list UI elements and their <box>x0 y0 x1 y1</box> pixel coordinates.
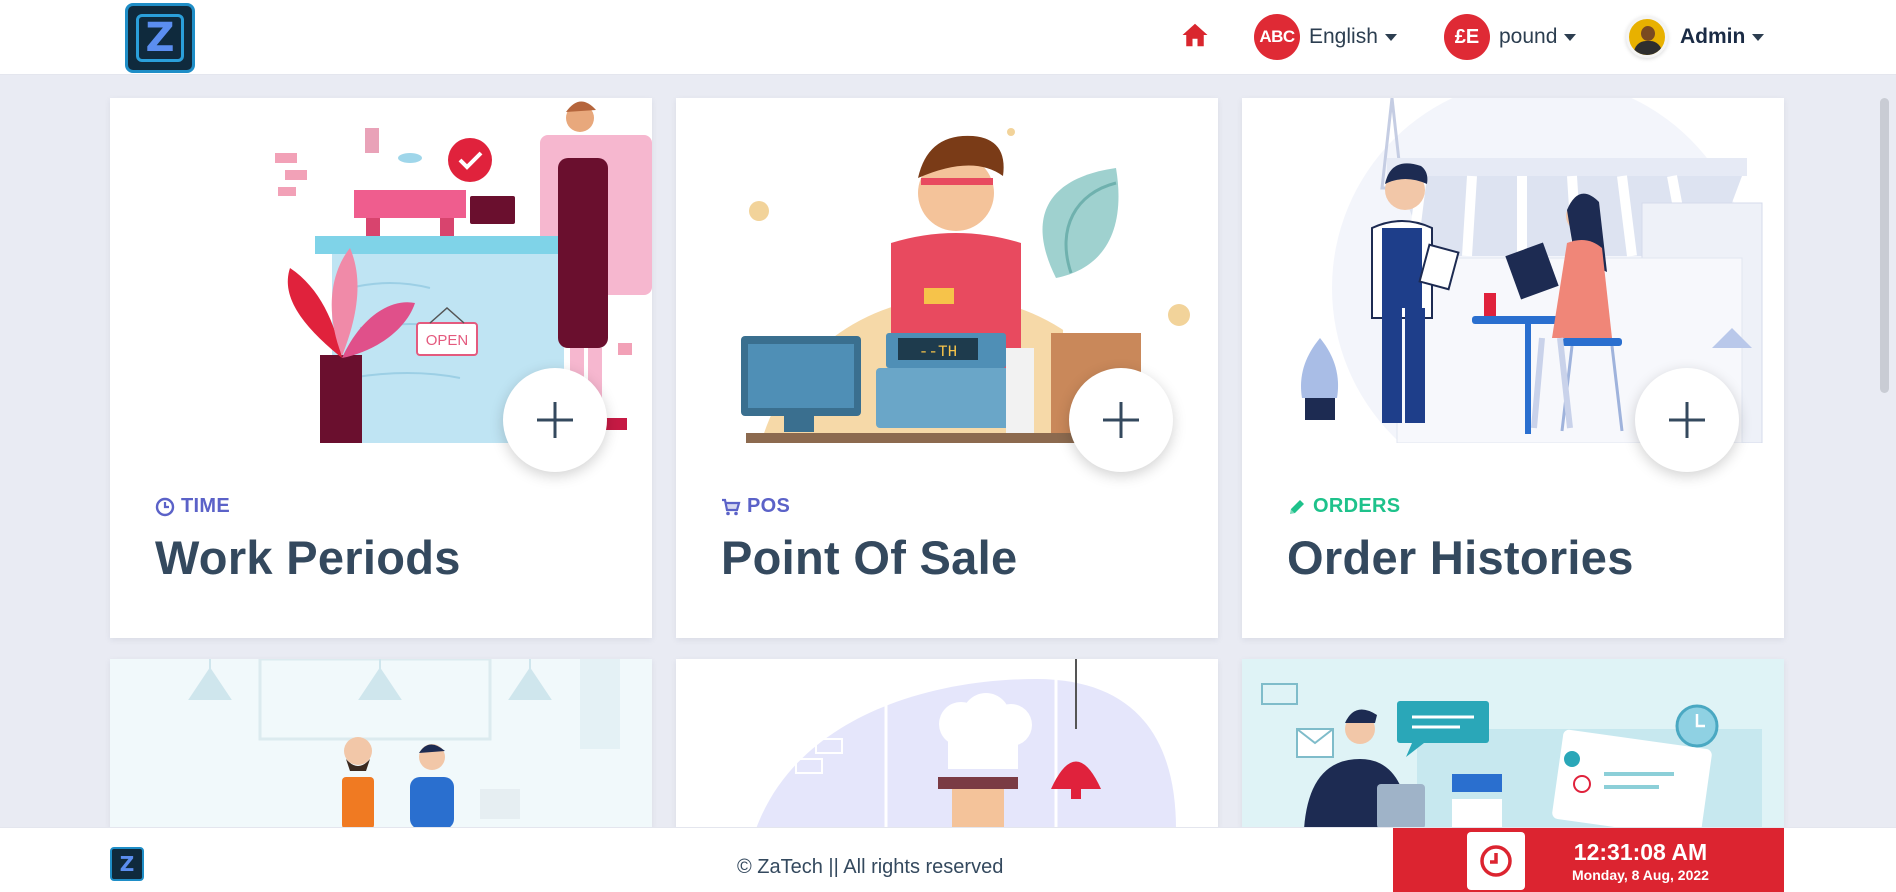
cart-icon <box>721 497 741 517</box>
card-category-label: POS <box>747 495 791 517</box>
card-category: TIME <box>155 495 230 518</box>
order-histories-card[interactable]: ORDERS Order Histories <box>1242 98 1784 638</box>
top-navbar: Z ABC English £E pound Admin <box>0 0 1896 75</box>
card-category-label: ORDERS <box>1313 495 1401 517</box>
svg-text:--TH: --TH <box>919 343 957 361</box>
clock-time: 12:31:08 AM <box>1573 838 1708 865</box>
currency-dropdown[interactable]: £E pound <box>1444 14 1577 60</box>
chevron-down-icon <box>1384 33 1397 41</box>
add-sale-button[interactable] <box>1069 368 1173 472</box>
currency-badge: £E <box>1444 14 1490 60</box>
clock-date: Monday, 8 Aug, 2022 <box>1572 866 1709 883</box>
plus-icon <box>537 402 573 438</box>
customer-support-card[interactable] <box>1242 659 1784 829</box>
chevron-down-icon <box>1564 33 1577 41</box>
clock-panel: 12:31:08 AM Monday, 8 Aug, 2022 <box>1393 828 1784 892</box>
footer-logo: Z <box>110 847 144 881</box>
baristas-card[interactable] <box>110 659 652 829</box>
point-of-sale-card[interactable]: --TH POS Point Of Sale <box>676 98 1218 638</box>
page-scrollbar-thumb[interactable] <box>1880 98 1889 393</box>
clock-icon <box>155 497 175 517</box>
page-footer: Z © ZaTech || All rights reserved 12:31:… <box>0 827 1896 892</box>
clock-icon <box>1467 831 1525 890</box>
chevron-down-icon <box>1752 33 1765 41</box>
user-label: Admin <box>1680 25 1746 48</box>
plus-icon <box>1669 402 1705 438</box>
user-menu-dropdown[interactable]: Admin <box>1626 14 1765 60</box>
language-badge: ABC <box>1254 14 1300 60</box>
add-order-button[interactable] <box>1635 368 1739 472</box>
language-dropdown[interactable]: ABC English <box>1254 14 1397 60</box>
card-title[interactable]: Order Histories <box>1287 530 1634 585</box>
card-title[interactable]: Point Of Sale <box>721 530 1017 585</box>
home-icon[interactable] <box>1180 20 1210 50</box>
svg-text:OPEN: OPEN <box>426 332 469 349</box>
support-illustration <box>1242 659 1784 829</box>
chef-illustration <box>756 659 1176 829</box>
card-title[interactable]: Work Periods <box>155 530 461 585</box>
currency-label: pound <box>1499 25 1558 48</box>
pencil-icon <box>1287 497 1307 517</box>
card-category: ORDERS <box>1287 495 1400 518</box>
copyright-text: © ZaTech || All rights reserved <box>737 856 1004 878</box>
zatech-logo[interactable]: Z <box>125 3 195 73</box>
plus-icon <box>1103 402 1139 438</box>
card-category-label: TIME <box>181 495 230 517</box>
add-work-period-button[interactable] <box>503 368 607 472</box>
language-label: English <box>1309 25 1378 48</box>
card-category: POS <box>721 495 790 518</box>
work-periods-card[interactable]: OPEN TIME Work Periods <box>110 98 652 638</box>
kitchen-card[interactable] <box>676 659 1218 829</box>
avatar <box>1626 16 1668 58</box>
coffee-shop-illustration <box>110 659 652 829</box>
